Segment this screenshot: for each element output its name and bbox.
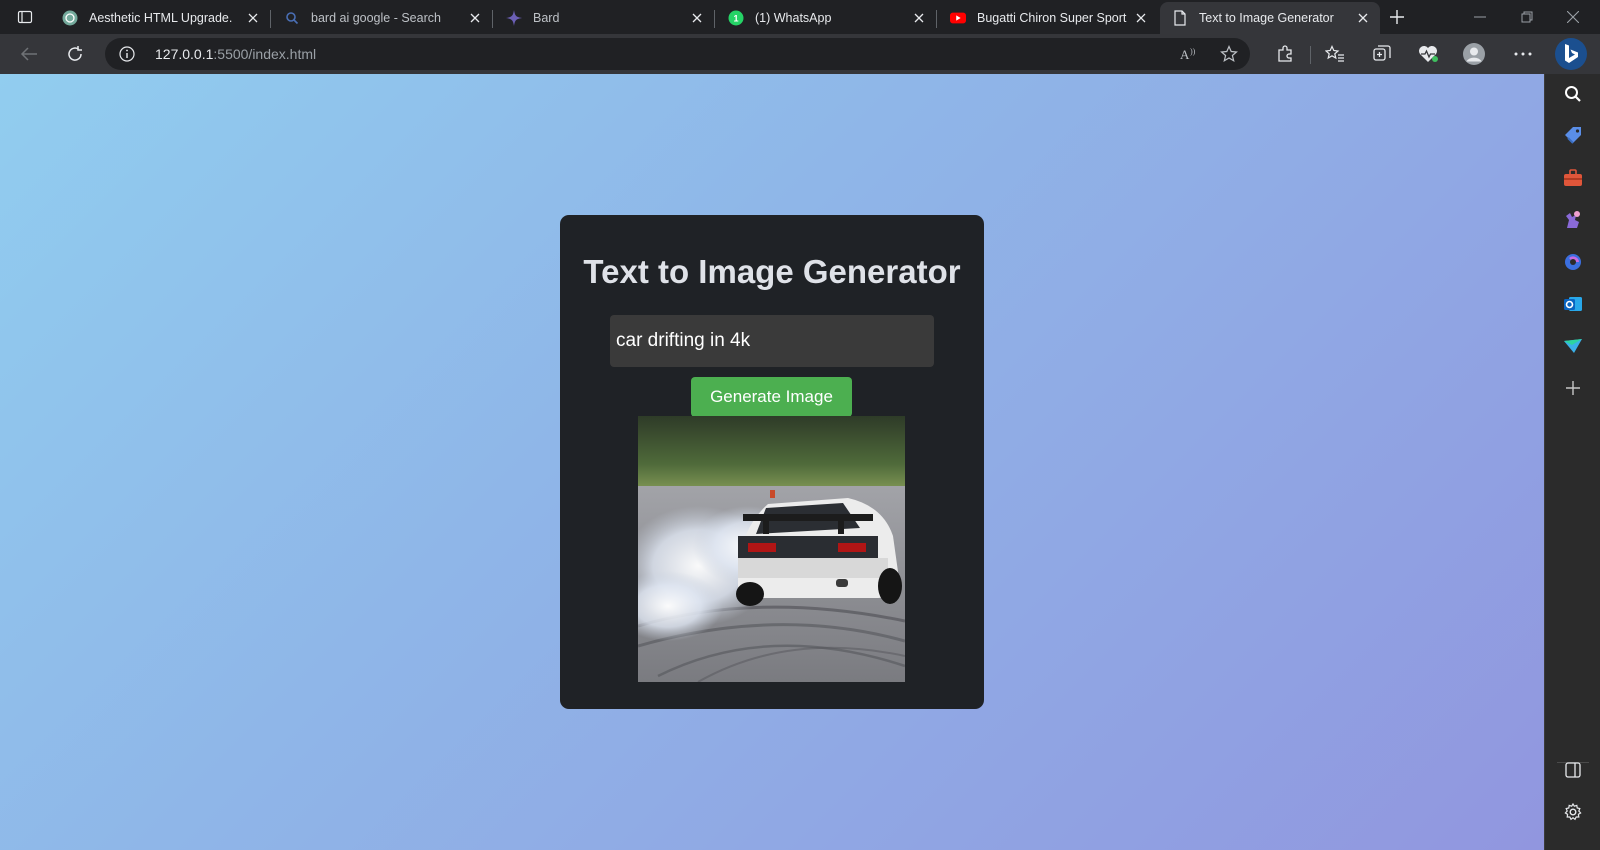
- split-screen-icon[interactable]: [1559, 756, 1587, 784]
- games-icon[interactable]: [1559, 206, 1587, 234]
- browser-essentials-button[interactable]: [1414, 41, 1442, 67]
- bing-icon: [1565, 44, 1578, 63]
- tab-text-to-image[interactable]: Text to Image Generator: [1160, 2, 1380, 34]
- url-host: 127.0.0.1: [155, 46, 214, 62]
- read-aloud-icon[interactable]: A)): [1179, 45, 1199, 63]
- more-dots-icon: [1514, 52, 1532, 56]
- restore-button[interactable]: [1507, 4, 1547, 30]
- minimize-icon: [1474, 16, 1486, 18]
- collections-icon: [1373, 45, 1391, 61]
- tab-divider: [936, 10, 937, 28]
- tab-label: (1) WhatsApp: [755, 11, 832, 25]
- tab-bing-search[interactable]: bard ai google - Search: [272, 2, 493, 34]
- page-title: Text to Image Generator: [583, 253, 961, 290]
- toolbar-divider: [1310, 46, 1311, 64]
- refresh-icon: [68, 46, 82, 61]
- generate-image-button[interactable]: Generate Image: [691, 377, 852, 417]
- favorites-button[interactable]: [1321, 41, 1349, 67]
- tab-label: Bard: [533, 11, 560, 25]
- refresh-button[interactable]: [61, 41, 89, 67]
- avatar-icon: [1463, 43, 1485, 65]
- youtube-icon: [950, 10, 966, 26]
- tab-divider: [270, 10, 271, 28]
- page-viewport: Text to Image Generator Generate Image: [0, 74, 1544, 850]
- edge-sidebar: [1544, 74, 1600, 850]
- close-icon[interactable]: [912, 11, 926, 25]
- close-icon[interactable]: [690, 11, 704, 25]
- collections-button[interactable]: [1368, 41, 1396, 67]
- site-info-icon[interactable]: [119, 46, 135, 62]
- drop-icon[interactable]: [1559, 332, 1587, 360]
- puzzle-icon: [1278, 45, 1292, 62]
- address-bar[interactable]: 127.0.0.1:5500/index.html A)): [105, 38, 1250, 70]
- generator-card: Text to Image Generator Generate Image: [560, 215, 984, 709]
- profile-button[interactable]: [1460, 41, 1488, 67]
- close-icon[interactable]: [468, 11, 482, 25]
- close-icon[interactable]: [1134, 11, 1148, 25]
- copilot-bing-button[interactable]: [1555, 38, 1587, 70]
- close-icon[interactable]: [246, 11, 260, 25]
- page-icon: [1172, 10, 1188, 26]
- tab-chatgpt[interactable]: Aesthetic HTML Upgrade.: [50, 2, 271, 34]
- close-icon[interactable]: [1356, 11, 1370, 25]
- search-icon: [284, 10, 300, 26]
- chatgpt-icon: [62, 10, 78, 26]
- restore-icon: [1521, 11, 1533, 23]
- tab-whatsapp[interactable]: 1 (1) WhatsApp: [716, 2, 937, 34]
- new-tab-button[interactable]: [1385, 6, 1409, 28]
- tab-strip: Aesthetic HTML Upgrade. bard ai google -…: [0, 0, 1600, 34]
- svg-text:)): )): [1190, 47, 1196, 56]
- tab-label: bard ai google - Search: [311, 11, 441, 25]
- tab-divider: [714, 10, 715, 28]
- tab-youtube[interactable]: Bugatti Chiron Super Sport: [938, 2, 1158, 34]
- favorites-list-icon: [1325, 45, 1344, 62]
- plus-icon: [1390, 10, 1404, 24]
- back-arrow-icon: [20, 47, 37, 61]
- tab-label: Bugatti Chiron Super Sport: [977, 11, 1127, 25]
- settings-more-button[interactable]: [1509, 41, 1537, 67]
- generated-image: [638, 416, 905, 682]
- url-text[interactable]: 127.0.0.1:5500/index.html: [155, 46, 316, 62]
- settings-icon[interactable]: [1559, 798, 1587, 826]
- tab-label: Aesthetic HTML Upgrade.: [89, 11, 233, 25]
- prompt-input[interactable]: [610, 315, 934, 367]
- outlook-icon[interactable]: [1559, 290, 1587, 318]
- minimize-button[interactable]: [1460, 4, 1500, 30]
- search-icon[interactable]: [1559, 80, 1587, 108]
- whatsapp-icon: 1: [728, 10, 744, 26]
- tab-actions-icon: [17, 10, 33, 24]
- toolbar: 127.0.0.1:5500/index.html A)): [0, 34, 1600, 74]
- tools-icon[interactable]: [1559, 164, 1587, 192]
- favorite-star-icon[interactable]: [1219, 45, 1239, 63]
- tab-actions-button[interactable]: [12, 6, 38, 28]
- close-window-button[interactable]: [1553, 4, 1593, 30]
- copilot-icon[interactable]: [1559, 248, 1587, 276]
- tab-divider: [492, 10, 493, 28]
- close-icon: [1567, 11, 1579, 23]
- bard-sparkle-icon: [506, 10, 522, 26]
- tab-label: Text to Image Generator: [1199, 11, 1334, 25]
- back-button[interactable]: [15, 41, 43, 67]
- svg-text:A: A: [1180, 47, 1190, 62]
- svg-text:1: 1: [733, 14, 738, 24]
- url-path: :5500/index.html: [213, 46, 317, 62]
- extensions-button[interactable]: [1271, 41, 1299, 67]
- add-icon[interactable]: [1559, 374, 1587, 402]
- shopping-tag-icon[interactable]: [1559, 122, 1587, 150]
- tab-bard[interactable]: Bard: [494, 2, 715, 34]
- heart-pulse-icon: [1419, 46, 1438, 62]
